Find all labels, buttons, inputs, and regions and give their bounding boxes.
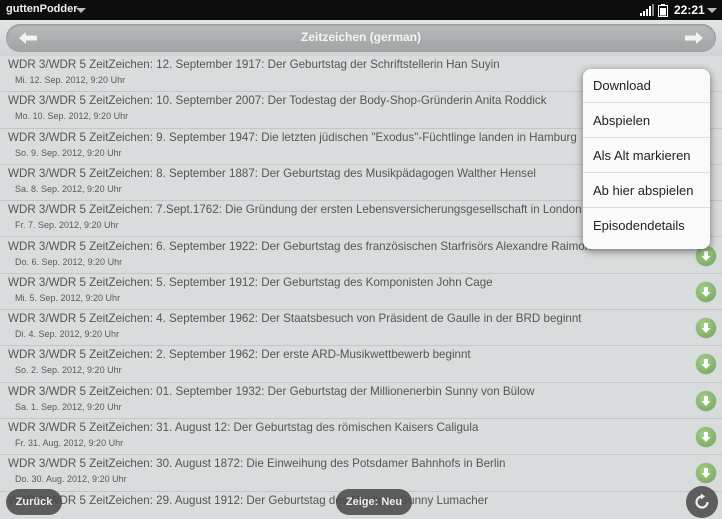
menu-item-download[interactable]: Download <box>583 69 710 103</box>
status-menu-chevron-icon[interactable] <box>707 8 717 13</box>
clock[interactable]: 22:21 <box>674 3 705 17</box>
context-menu: Download Abspielen Als Alt markieren Ab … <box>583 69 710 249</box>
filter-button[interactable]: Zeige: Neu <box>336 489 412 515</box>
app-menu-chevron-icon[interactable] <box>76 8 86 13</box>
episode-title: WDR 3/WDR 5 ZeitZeichen: 9. September 19… <box>8 130 577 144</box>
battery-icon <box>658 4 668 17</box>
refresh-button[interactable] <box>686 486 718 518</box>
list-item[interactable]: WDR 3/WDR 5 ZeitZeichen: 01. September 1… <box>0 382 722 419</box>
download-arrow-icon[interactable] <box>696 318 716 339</box>
download-arrow-icon[interactable] <box>696 463 716 484</box>
list-item[interactable]: WDR 3/WDR 5 ZeitZeichen: 4. September 19… <box>0 310 722 347</box>
episode-date: Mi. 12. Sep. 2012, 9:20 Uhr <box>15 75 126 85</box>
episode-title: WDR 3/WDR 5 ZeitZeichen: 6. September 19… <box>8 239 592 253</box>
download-arrow-icon[interactable] <box>696 281 716 302</box>
list-item[interactable]: WDR 3/WDR 5 ZeitZeichen: 2. September 19… <box>0 346 722 383</box>
episode-date: Sa. 1. Sep. 2012, 9:20 Uhr <box>15 401 122 412</box>
episode-title: WDR 3/WDR 5 ZeitZeichen: 30. August 1872… <box>8 457 506 471</box>
menu-item-mark-old[interactable]: Als Alt markieren <box>583 139 710 173</box>
episode-title: WDR 3/WDR 5 ZeitZeichen: 2. September 19… <box>8 348 471 362</box>
episode-title: WDR 3/WDR 5 ZeitZeichen: 10. September 2… <box>8 94 547 108</box>
episode-date: Do. 6. Sep. 2012, 9:20 Uhr <box>15 256 123 267</box>
download-arrow-icon[interactable] <box>696 427 716 447</box>
header-bar: Zeitzeichen (german) <box>6 24 716 52</box>
download-arrow-icon[interactable] <box>696 354 716 375</box>
signal-icon <box>640 4 654 16</box>
episode-date: Di. 4. Sep. 2012, 9:20 Uhr <box>15 329 120 340</box>
refresh-icon <box>695 493 709 509</box>
episode-title: WDR 3/WDR 5 ZeitZeichen: 12. September 1… <box>8 58 500 71</box>
episode-title: WDR 3/WDR 5 ZeitZeichen: 29. August 1912… <box>8 493 489 507</box>
episode-title: WDR 3/WDR 5 ZeitZeichen: 5. September 19… <box>8 275 493 289</box>
episode-date: Fr. 31. Aug. 2012, 9:20 Uhr <box>15 438 124 448</box>
menu-item-play[interactable]: Abspielen <box>583 104 710 138</box>
episode-date: Mi. 5. Sep. 2012, 9:20 Uhr <box>15 292 121 303</box>
status-bar: guttenPodder 22:21 <box>0 0 722 20</box>
header: Zeitzeichen (german) <box>0 20 722 56</box>
arrow-right-icon[interactable] <box>684 31 704 45</box>
episode-title: WDR 3/WDR 5 ZeitZeichen: 31. August 12: … <box>8 421 479 434</box>
episode-date: Mo. 10. Sep. 2012, 9:20 Uhr <box>15 111 129 122</box>
page-title: Zeitzeichen (german) <box>300 30 422 44</box>
app-name[interactable]: guttenPodder <box>6 3 78 15</box>
list-item[interactable]: WDR 3/WDR 5 ZeitZeichen: 30. August 1872… <box>0 455 722 492</box>
episode-date: So. 9. Sep. 2012, 9:20 Uhr <box>15 147 122 158</box>
menu-item-episode-details[interactable]: Episodendetails <box>583 209 710 243</box>
episode-date: Sa. 8. Sep. 2012, 9:20 Uhr <box>15 183 122 194</box>
list-item[interactable]: WDR 3/WDR 5 ZeitZeichen: 31. August 12: … <box>0 419 722 456</box>
menu-item-play-from-here[interactable]: Ab hier abspielen <box>583 174 710 208</box>
back-button[interactable]: Zurück <box>6 489 62 515</box>
list-item[interactable]: WDR 3/WDR 5 ZeitZeichen: 5. September 19… <box>0 273 722 311</box>
episode-title: WDR 3/WDR 5 ZeitZeichen: 8. September 18… <box>8 166 536 180</box>
episode-date: Fr. 7. Sep. 2012, 9:20 Uhr <box>15 220 119 231</box>
download-arrow-icon[interactable] <box>696 390 716 411</box>
episode-title: WDR 3/WDR 5 ZeitZeichen: 01. September 1… <box>8 384 535 398</box>
episode-title: WDR 3/WDR 5 ZeitZeichen: 7.Sept.1762: Di… <box>8 203 582 217</box>
episode-title: WDR 3/WDR 5 ZeitZeichen: 4. September 19… <box>8 312 582 326</box>
episode-date: So. 2. Sep. 2012, 9:20 Uhr <box>15 365 122 376</box>
episode-date: Do. 30. Aug. 2012, 9:20 Uhr <box>15 474 127 485</box>
